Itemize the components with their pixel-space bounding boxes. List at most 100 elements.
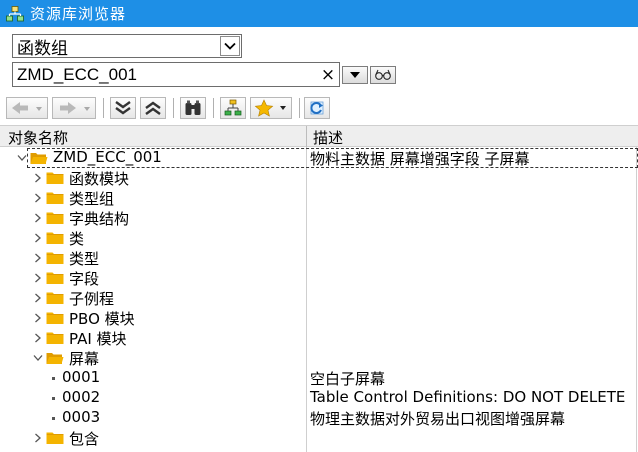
- binoculars-icon: [185, 100, 201, 115]
- toolbar-separator: [299, 98, 300, 118]
- toolbar-separator: [103, 98, 104, 118]
- expand-arrow-icon[interactable]: [32, 250, 44, 266]
- favorites-button[interactable]: [250, 97, 292, 119]
- tree-row[interactable]: 0001 空白子屏幕: [0, 368, 638, 388]
- sort-tree-icon: [224, 99, 242, 116]
- collapse-arrow-icon[interactable]: [32, 350, 44, 366]
- tree-node-label: ZMD_ECC_001: [53, 148, 162, 166]
- object-type-value: 函数组: [17, 38, 68, 59]
- folder-icon: [46, 231, 64, 245]
- leaf-bullet-icon: [52, 377, 55, 380]
- folder-icon: [46, 291, 64, 305]
- expand-arrow-icon[interactable]: [32, 230, 44, 246]
- find-button[interactable]: [180, 97, 206, 119]
- tree-node-label: 函数模块: [69, 170, 130, 188]
- expand-arrow-icon[interactable]: [32, 170, 44, 186]
- collapse-all-icon: [145, 101, 161, 115]
- tree-node-label: 类型: [69, 250, 100, 268]
- expand-arrow-icon[interactable]: [32, 190, 44, 206]
- column-header-description[interactable]: 描述: [313, 127, 343, 148]
- forward-arrow-icon: [60, 102, 90, 114]
- object-name-input[interactable]: ZMD_ECC_001 ×: [12, 62, 340, 87]
- toolbar: [0, 95, 638, 123]
- clear-icon[interactable]: ×: [317, 65, 339, 85]
- leaf-bullet-icon: [52, 397, 55, 400]
- tree-row[interactable]: 包含: [0, 428, 638, 448]
- tree-row[interactable]: 函数模块: [0, 168, 638, 188]
- tree-node-description: 空白子屏幕: [310, 370, 386, 388]
- folder-icon: [46, 311, 64, 325]
- folder-icon: [46, 271, 64, 285]
- back-arrow-icon: [12, 102, 42, 114]
- expand-all-button[interactable]: [110, 97, 136, 119]
- folder-icon: [46, 431, 64, 445]
- chevron-down-icon: [224, 42, 236, 50]
- expand-arrow-icon[interactable]: [32, 330, 44, 346]
- column-header-row: 对象名称 描述: [0, 125, 638, 148]
- object-type-dropdown[interactable]: 函数组: [12, 34, 242, 59]
- tree-node-description: 物理主数据对外贸易出口视图增强屏幕: [310, 410, 566, 428]
- tree-row[interactable]: 屏幕: [0, 348, 638, 368]
- forward-button[interactable]: [52, 97, 96, 119]
- glasses-icon: [375, 69, 391, 80]
- folder-icon: [46, 251, 64, 265]
- tree-row[interactable]: 类: [0, 228, 638, 248]
- expand-arrow-icon[interactable]: [32, 270, 44, 286]
- object-tree: 对象名称 描述 ZMD_ECC_001 物料主数据 屏幕增强字段 子屏幕函数模块类…: [0, 125, 638, 452]
- tree-node-label: 屏幕: [69, 350, 100, 368]
- favorite-star-icon: [254, 99, 286, 117]
- triangle-down-icon: [350, 72, 360, 78]
- tree-node-description: 物料主数据 屏幕增强字段 子屏幕: [310, 150, 530, 168]
- collapse-all-button[interactable]: [140, 97, 166, 119]
- column-divider[interactable]: [306, 126, 307, 148]
- folder-open-icon: [30, 151, 48, 165]
- tree-row[interactable]: 0003 物理主数据对外贸易出口视图增强屏幕: [0, 408, 638, 428]
- window-title: 资源库浏览器: [30, 5, 127, 23]
- tree-node-label: 0003: [62, 408, 101, 426]
- tree-row[interactable]: 0002 Table Control Definitions: DO NOT DE…: [0, 388, 638, 408]
- tree-node-label: 包含: [69, 430, 100, 448]
- expand-arrow-icon[interactable]: [32, 290, 44, 306]
- tree-node-description: Table Control Definitions: DO NOT DELETE: [310, 388, 626, 406]
- tree-row[interactable]: 类型组: [0, 188, 638, 208]
- expand-arrow-icon[interactable]: [32, 430, 44, 446]
- tree-node-label: 子例程: [69, 290, 115, 308]
- column-header-name[interactable]: 对象名称: [8, 127, 68, 148]
- refresh-icon: [310, 101, 324, 115]
- toolbar-separator: [213, 98, 214, 118]
- tree-row[interactable]: PAI 模块: [0, 328, 638, 348]
- history-dropdown-button[interactable]: [342, 66, 368, 84]
- refresh-button[interactable]: [304, 97, 330, 119]
- tree-row[interactable]: 字段: [0, 268, 638, 288]
- object-name-value: ZMD_ECC_001: [17, 64, 137, 84]
- tree-node-label: 0002: [62, 388, 101, 406]
- tree-row[interactable]: ZMD_ECC_001 物料主数据 屏幕增强字段 子屏幕: [0, 148, 638, 168]
- folder-icon: [46, 191, 64, 205]
- folder-open-icon: [46, 351, 64, 365]
- tree-node-label: 字典结构: [69, 210, 130, 228]
- tree-node-label: 类: [69, 230, 85, 248]
- tree-node-label: 0001: [62, 368, 101, 386]
- expand-all-icon: [115, 101, 131, 115]
- tree-node-label: 类型组: [69, 190, 115, 208]
- title-bar: 资源库浏览器: [0, 0, 638, 27]
- display-button[interactable]: [370, 66, 396, 84]
- folder-icon: [46, 331, 64, 345]
- hierarchy-icon: [6, 5, 24, 21]
- sort-tree-button[interactable]: [220, 97, 246, 119]
- folder-icon: [46, 211, 64, 225]
- back-button[interactable]: [6, 97, 48, 119]
- dropdown-button[interactable]: [220, 36, 240, 56]
- tree-row[interactable]: 字典结构: [0, 208, 638, 228]
- tree-row[interactable]: 类型: [0, 248, 638, 268]
- folder-icon: [46, 171, 64, 185]
- expand-arrow-icon[interactable]: [32, 310, 44, 326]
- leaf-bullet-icon: [52, 417, 55, 420]
- tree-row[interactable]: 子例程: [0, 288, 638, 308]
- collapse-arrow-icon[interactable]: [16, 150, 28, 166]
- toolbar-separator: [173, 98, 174, 118]
- tree-node-label: PBO 模块: [69, 310, 135, 328]
- expand-arrow-icon[interactable]: [32, 210, 44, 226]
- tree-node-label: PAI 模块: [69, 330, 127, 348]
- tree-row[interactable]: PBO 模块: [0, 308, 638, 328]
